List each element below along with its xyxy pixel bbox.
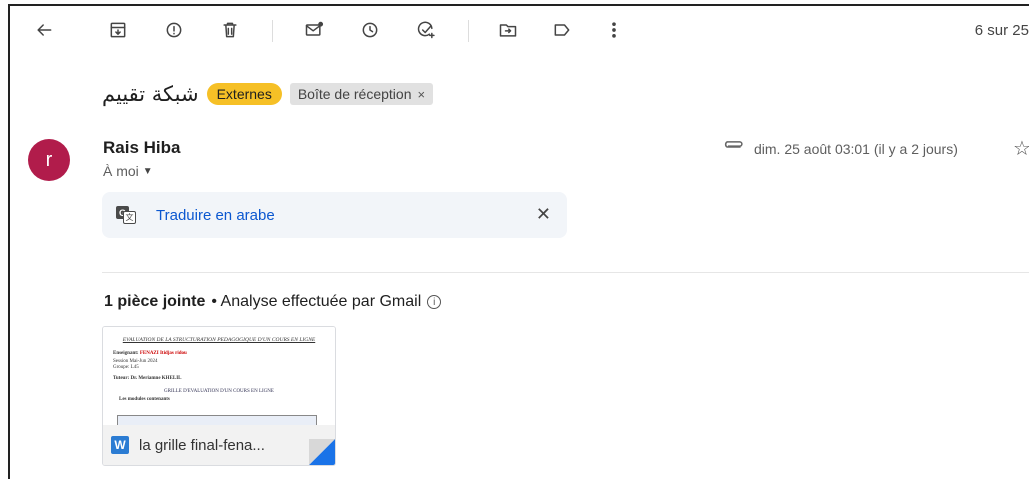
sender-avatar[interactable]: r [28, 139, 70, 181]
message-meta: dim. 25 août 03:01 (il y a 2 jours) [722, 140, 958, 157]
back-arrow-icon[interactable] [32, 18, 56, 42]
preview-section: Les modules contenants [119, 397, 170, 402]
word-document-icon: W [111, 436, 129, 454]
label-inbox-text: Boîte de réception [297, 86, 412, 102]
add-to-tasks-icon[interactable] [414, 18, 438, 42]
message-date: dim. 25 août 03:01 (il y a 2 jours) [754, 140, 958, 157]
preview-tutor: Tuteur: Dr. Meriamne KHELIL [113, 376, 182, 381]
archive-icon[interactable] [106, 18, 130, 42]
recipient-label: À moi [103, 163, 139, 179]
attachment-count: 1 pièce jointe [104, 293, 206, 310]
label-tag-icon[interactable] [550, 18, 574, 42]
translate-banner: G 文 Traduire en arabe ✕ [102, 192, 567, 238]
delete-icon[interactable] [218, 18, 242, 42]
subject-row: شبكة تقييم Externes Boîte de réception × [102, 82, 434, 106]
message-toolbar: 6 sur 25 [10, 6, 1029, 58]
mark-unread-icon[interactable] [302, 18, 326, 42]
info-icon[interactable]: i [427, 295, 442, 309]
attachment-preview: EVALUATION DE LA STRUCTURATION PEDAGOGIQ… [103, 327, 335, 429]
section-divider [102, 272, 1029, 273]
corner-fold-shadow [309, 439, 335, 465]
message-counter: 6 sur 25 [974, 22, 1029, 39]
chevron-down-icon: ▼ [142, 165, 153, 177]
attachment-card[interactable]: EVALUATION DE LA STRUCTURATION PEDAGOGIQ… [102, 326, 336, 466]
preview-title: EVALUATION DE LA STRUCTURATION PEDAGOGIQ… [122, 337, 316, 343]
recipient-details-toggle[interactable]: À moi ▼ [103, 163, 153, 179]
paperclip-icon [722, 140, 744, 157]
report-spam-icon[interactable] [162, 18, 186, 42]
label-inbox[interactable]: Boîte de réception × [289, 83, 434, 105]
preview-grid-title: GRILLE D'EVALUATION D'UN COURS EN LIGNE [164, 389, 274, 394]
move-to-folder-icon[interactable] [496, 18, 520, 42]
translate-link[interactable]: Traduire en arabe [156, 207, 275, 224]
star-icon[interactable]: ☆ [1013, 136, 1029, 161]
email-subject: شبكة تقييم [102, 82, 199, 106]
attachments-header: 1 pièce jointe • Analyse effectuée par G… [104, 293, 442, 311]
google-translate-icon: G 文 [116, 206, 136, 224]
attachment-filename: la grille final-fena... [139, 436, 265, 454]
scan-notice: • Analyse effectuée par Gmail [211, 293, 422, 310]
email-view: 6 sur 25 شبكة تقييم Externes Boîte de ré… [8, 4, 1029, 479]
preview-session: Session Mai-Jun 2024 [113, 359, 158, 364]
label-external[interactable]: Externes [206, 83, 282, 105]
close-icon[interactable]: ✕ [536, 204, 551, 225]
preview-teacher: Enseignant: FENAZI Itidjas ridou [113, 351, 187, 356]
more-options-icon[interactable] [602, 18, 626, 42]
toolbar-divider [272, 20, 273, 42]
preview-group: Groupe: L45 [113, 365, 139, 370]
remove-label-icon[interactable]: × [417, 87, 425, 102]
attachment-footer: W la grille final-fena... [103, 425, 335, 465]
snooze-clock-icon[interactable] [358, 18, 382, 42]
toolbar-divider [468, 20, 469, 42]
sender-name[interactable]: Rais Hiba [103, 138, 180, 158]
